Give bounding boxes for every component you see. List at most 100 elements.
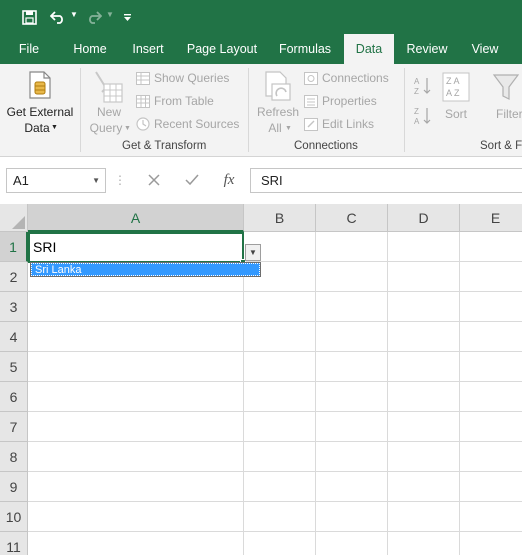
edit-links-button: Edit Links (304, 114, 374, 134)
row-header-10[interactable]: 10 (0, 502, 28, 532)
tab-view[interactable]: View (462, 34, 508, 64)
row-header-8[interactable]: 8 (0, 442, 28, 472)
ribbon: Get External Data ▼ New Query ▼ Show Que… (0, 64, 522, 157)
get-external-data-label-2: Data (24, 121, 50, 135)
connections-button: Connections (304, 68, 389, 88)
gridline (387, 232, 388, 555)
new-query-button: New Query ▼ (86, 68, 132, 138)
cancel-icon[interactable] (144, 169, 164, 191)
get-external-data-icon (26, 70, 54, 103)
sort-ascending-button: AZ (414, 76, 436, 96)
customize-toolbar-icon[interactable] (120, 6, 134, 28)
row-header-3[interactable]: 3 (0, 292, 28, 322)
row-header-1[interactable]: 1 (0, 232, 28, 262)
select-all-button[interactable] (0, 204, 28, 232)
tab-data[interactable]: Data (344, 34, 394, 64)
row-header-4[interactable]: 4 (0, 322, 28, 352)
new-query-label: New (96, 105, 121, 119)
get-external-data-label: Get External (6, 105, 74, 119)
connections-label: Connections (322, 71, 389, 85)
chevron-down-icon: ▼ (51, 124, 58, 131)
tab-formulas[interactable]: Formulas (272, 34, 338, 64)
more-options-icon[interactable]: ⋮ (114, 169, 126, 191)
gridline (28, 441, 522, 442)
group-label-connections: Connections (294, 140, 358, 152)
sort-icon: Z A A Z (442, 72, 470, 105)
filter-icon (492, 72, 520, 105)
group-label-sort-filter: Sort & F (480, 140, 522, 152)
gridline (28, 501, 522, 502)
column-header-d[interactable]: D (388, 204, 460, 232)
from-table-label: From Table (154, 94, 214, 108)
column-header-b[interactable]: B (244, 204, 316, 232)
row-header-6[interactable]: 6 (0, 382, 28, 412)
filter-button: Filter (488, 70, 522, 130)
svg-text:A Z: A Z (446, 88, 460, 98)
row-header-5[interactable]: 5 (0, 352, 28, 382)
row-header-7[interactable]: 7 (0, 412, 28, 442)
recent-sources-label: Recent Sources (154, 117, 240, 131)
chevron-down-icon[interactable]: ▼ (92, 169, 100, 192)
formula-input[interactable]: SRI (250, 168, 522, 193)
group-separator (248, 68, 249, 152)
svg-text:Z: Z (414, 107, 419, 116)
row-header-11[interactable]: 11 (0, 532, 28, 555)
autocomplete-list: Sri Lanka (30, 262, 261, 277)
chevron-down-icon: ▼ (249, 248, 257, 257)
new-query-label-2: Query (89, 121, 123, 135)
enter-icon[interactable] (182, 169, 202, 191)
gridline (28, 351, 522, 352)
svg-text:A: A (414, 77, 420, 86)
column-header-c[interactable]: C (316, 204, 388, 232)
column-header-e[interactable]: E (460, 204, 522, 232)
show-queries-label: Show Queries (154, 71, 230, 85)
sort-label: Sort (444, 107, 467, 121)
gridline (28, 381, 522, 382)
group-label-get-transform: Get & Transform (122, 140, 207, 152)
tab-file[interactable]: File (8, 34, 50, 64)
name-box-value: A1 (13, 173, 29, 188)
redo-icon (84, 6, 104, 28)
recent-sources-button: Recent Sources (136, 114, 239, 134)
autocomplete-dropdown-button[interactable]: ▼ (245, 244, 261, 261)
insert-function-icon[interactable]: fx (218, 169, 240, 191)
gridline (28, 531, 522, 532)
tab-page-layout[interactable]: Page Layout (180, 34, 264, 64)
gridline (243, 232, 244, 555)
group-separator (80, 68, 81, 152)
select-all-icon (12, 216, 25, 229)
row-header-2[interactable]: 2 (0, 262, 28, 292)
worksheet-grid: A B C D E 1 2 3 4 5 6 7 8 9 10 11 SRI ▼ … (0, 204, 522, 555)
gridline (315, 232, 316, 555)
refresh-all-label: Refresh (256, 105, 300, 119)
properties-button: Properties (304, 91, 377, 111)
chevron-down-icon: ▼ (285, 125, 292, 132)
undo-icon[interactable] (48, 6, 68, 28)
svg-text:Z A: Z A (446, 76, 460, 86)
show-queries-button: Show Queries (136, 68, 229, 88)
get-external-data-button[interactable]: Get External Data ▼ (2, 66, 78, 138)
tab-review[interactable]: Review (400, 34, 454, 64)
row-header-9[interactable]: 9 (0, 472, 28, 502)
group-separator (404, 68, 405, 152)
refresh-all-button: Refresh All ▼ (254, 68, 302, 138)
sort-button: Z A A Z Sort (440, 70, 472, 130)
cell-a1[interactable]: SRI (28, 232, 244, 263)
properties-label: Properties (322, 94, 377, 108)
name-box[interactable]: A1 ▼ (6, 168, 106, 193)
redo-dropdown-icon: ▼ (106, 10, 114, 19)
refresh-icon (262, 70, 294, 107)
column-header-a[interactable]: A (28, 204, 244, 232)
edit-links-label: Edit Links (322, 117, 375, 131)
tab-home[interactable]: Home (64, 34, 116, 64)
gridline (28, 291, 522, 292)
save-icon[interactable] (18, 6, 40, 28)
undo-dropdown-icon[interactable]: ▼ (70, 10, 78, 19)
quick-access-toolbar: ▼ ▼ (0, 0, 522, 34)
tab-insert[interactable]: Insert (124, 34, 172, 64)
autocomplete-item[interactable]: Sri Lanka (31, 263, 260, 276)
chevron-down-icon: ▼ (124, 125, 131, 132)
new-query-icon (92, 70, 126, 109)
ribbon-tabs: File Home Insert Page Layout Formulas Da… (0, 34, 522, 64)
gridline (28, 471, 522, 472)
